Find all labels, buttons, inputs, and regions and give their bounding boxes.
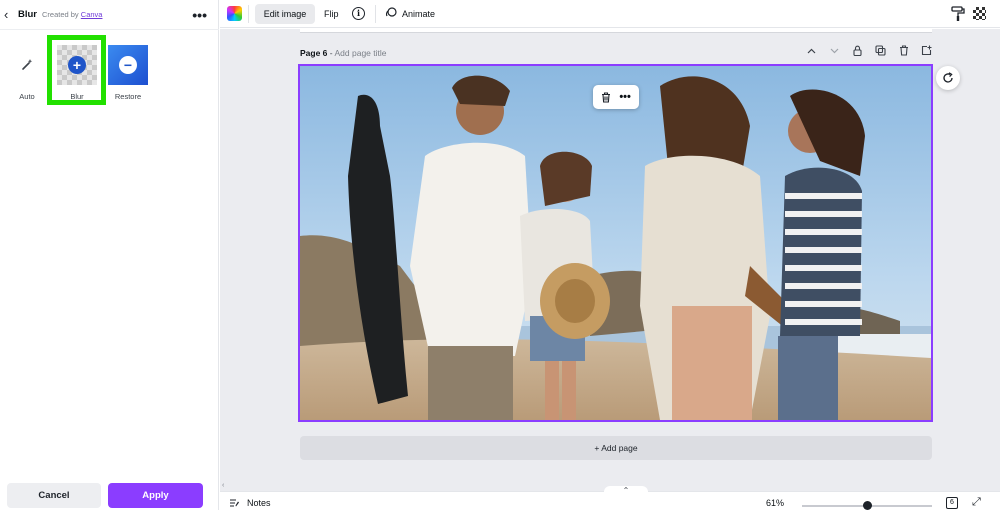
toolbar-divider (248, 5, 249, 23)
edit-image-button[interactable]: Edit image (255, 4, 315, 24)
zoom-level: 61% (766, 498, 785, 508)
paint-roller-icon[interactable] (951, 6, 965, 22)
element-context-menu: ••• (593, 85, 639, 109)
page-count-button[interactable]: 6 (946, 497, 958, 509)
more-options-icon[interactable]: ••• (192, 7, 207, 23)
beach-photo[interactable] (300, 66, 931, 420)
panel-title: Blur (18, 9, 37, 20)
zoom-slider-handle[interactable] (862, 501, 872, 510)
page-title-label[interactable]: Page 6 - Add page title (300, 48, 386, 58)
created-prefix: Created by (42, 10, 79, 19)
duplicate-page-icon[interactable] (869, 45, 892, 59)
auto-tool-button[interactable] (7, 45, 47, 85)
created-by-text: Created by Canva (42, 10, 102, 19)
delete-page-icon[interactable] (892, 45, 915, 59)
toolbar-divider (375, 5, 376, 23)
blur-tool-label: Blur (70, 92, 84, 101)
add-page-button[interactable]: + Add page (300, 436, 932, 460)
cancel-button[interactable]: Cancel (7, 483, 101, 508)
restore-tool-label: Restore (114, 92, 142, 101)
previous-page-edge (300, 29, 932, 33)
selected-image-page[interactable] (298, 64, 933, 422)
transparency-icon[interactable] (973, 7, 986, 20)
fullscreen-icon[interactable]: ⤢ (972, 496, 981, 509)
auto-tool-label: Auto (19, 92, 35, 101)
page-controls (800, 45, 938, 59)
page-separator: - (327, 48, 335, 58)
lock-page-icon[interactable] (846, 45, 869, 59)
add-page-icon[interactable] (915, 45, 938, 59)
rotate-icon (943, 72, 953, 83)
magic-wand-icon (22, 59, 33, 70)
scroll-left-icon[interactable]: ‹ (222, 482, 224, 489)
collapse-tab-icon[interactable]: ⌃ (604, 486, 648, 495)
blur-tool-button[interactable]: + (57, 45, 97, 85)
move-page-up-icon[interactable] (800, 45, 823, 59)
rotate-button[interactable] (936, 66, 960, 90)
animate-button[interactable]: Animate (402, 4, 435, 24)
flip-button[interactable]: Flip (324, 4, 339, 24)
color-picker-icon[interactable] (227, 6, 242, 21)
move-page-down-icon[interactable] (823, 45, 846, 59)
trash-icon[interactable] (601, 91, 611, 103)
creator-link[interactable]: Canva (81, 10, 103, 19)
apply-button[interactable]: Apply (108, 483, 203, 508)
page-title-placeholder[interactable]: Add page title (335, 48, 387, 58)
notes-button[interactable]: Notes (247, 498, 271, 508)
animate-icon[interactable] (385, 7, 397, 19)
notes-icon[interactable] (229, 498, 240, 508)
bottom-status-bar: ⌃ Notes 61% 6 ⤢ (220, 486, 1000, 510)
more-options-icon[interactable]: ••• (619, 91, 631, 103)
panel-header: ‹ Blur Created by Canva ••• (0, 0, 219, 30)
page-number: Page 6 (300, 48, 328, 58)
minus-circle-icon: − (119, 56, 137, 74)
editor-toolbar: Edit image Flip i Animate (220, 0, 1000, 28)
plus-circle-icon: + (68, 56, 86, 74)
back-chevron-icon[interactable]: ‹ (4, 7, 14, 22)
info-icon[interactable]: i (352, 7, 365, 20)
blur-effect-panel: ‹ Blur Created by Canva ••• Auto + Blur … (0, 0, 219, 510)
restore-tool-button[interactable]: − (108, 45, 148, 85)
